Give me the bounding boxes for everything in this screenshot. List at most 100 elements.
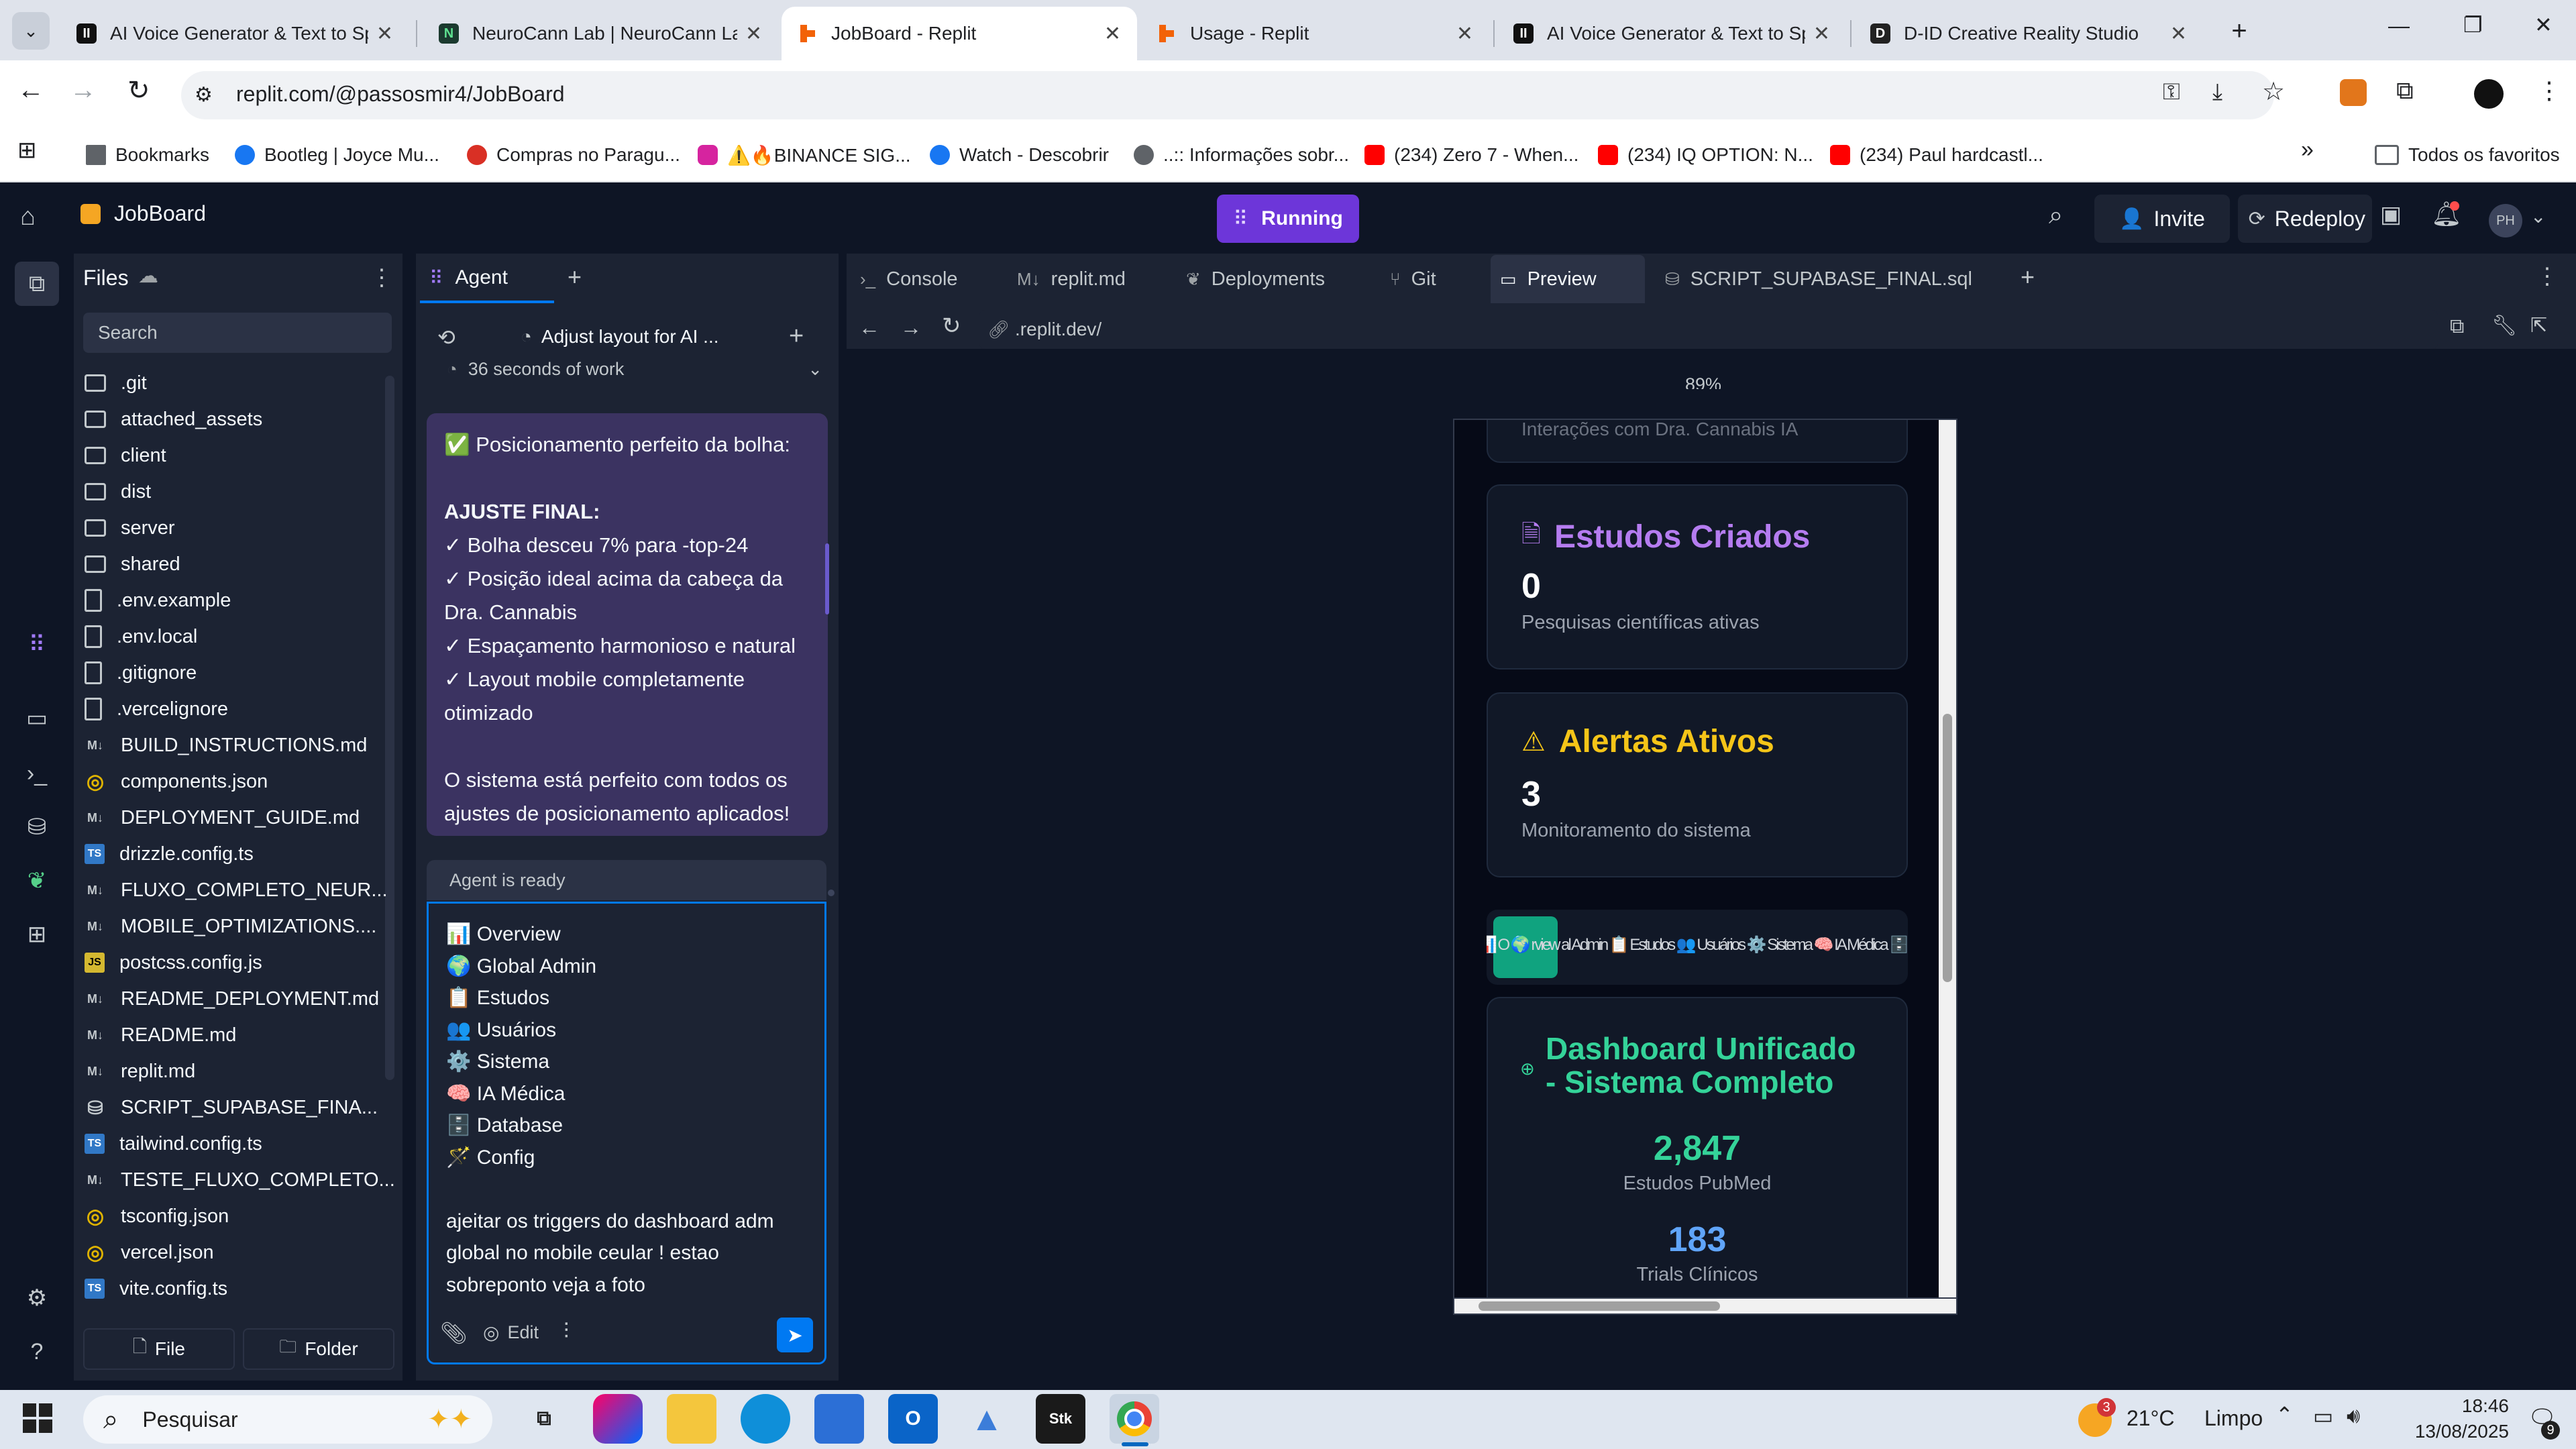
file-search-input[interactable]: Search <box>83 313 392 353</box>
files-toggle-icon[interactable]: ⧉ <box>15 262 59 306</box>
mobile-horizontal-thumb[interactable] <box>1479 1301 1720 1311</box>
close-icon[interactable]: ✕ <box>1456 22 1473 46</box>
settings-icon[interactable]: ⚙ <box>20 1281 54 1315</box>
file-tree-item[interactable]: .env.local <box>85 619 197 655</box>
taskbar-search[interactable]: ⌕ Pesquisar ✦✦ <box>83 1395 492 1444</box>
all-bookmarks-folder[interactable]: Todos os favoritos <box>2375 138 2560 172</box>
workspace-tab[interactable]: ›_ Console <box>860 255 958 303</box>
workspace-tab[interactable]: M↓ replit.md <box>1017 255 1126 303</box>
tab-search-button[interactable]: ⌄ <box>12 12 50 50</box>
file-tree-item[interactable]: M↓ replit.md <box>85 1053 195 1089</box>
start-icon[interactable] <box>23 1403 52 1433</box>
files-scrollbar[interactable] <box>385 376 394 1080</box>
outlook-icon[interactable]: O <box>888 1394 938 1444</box>
file-tree-item[interactable]: .env.example <box>85 582 231 619</box>
site-info-icon[interactable]: ⚙ <box>195 83 213 107</box>
file-tree-item[interactable]: JS postcss.config.js <box>85 945 262 981</box>
minimize-icon[interactable]: — <box>2388 13 2410 38</box>
task-title[interactable]: ◔ Adjust layout for AI ... <box>521 326 719 347</box>
workspace-menu-icon[interactable]: ⋮ <box>2536 263 2559 290</box>
preview-back-icon[interactable]: ← <box>859 315 880 340</box>
extensions-icon[interactable]: ⧉ <box>2396 76 2414 105</box>
invite-button[interactable]: 👤 Invite <box>2094 195 2230 243</box>
bookmark-item[interactable]: (234) Paul hardcastl... <box>1830 138 2043 172</box>
bookmark-item[interactable]: Watch - Descobrir <box>930 138 1109 172</box>
file-tree-item[interactable]: ⛁ SCRIPT_SUPABASE_FINA... <box>85 1089 378 1126</box>
workspace-tab[interactable]: ⑂ Git <box>1390 255 1436 303</box>
file-tree-item[interactable]: M↓ DEPLOYMENT_GUIDE.md <box>85 800 360 836</box>
close-icon[interactable]: ✕ <box>376 22 393 46</box>
agent-resize-handle[interactable] <box>828 890 835 896</box>
reload-icon[interactable]: ↻ <box>127 75 150 106</box>
browser-tab[interactable]: N NeuroCann Lab | NeuroCann La ✕ <box>423 7 778 60</box>
tab-agent[interactable]: ⠿ Agent <box>420 255 554 303</box>
close-icon[interactable]: ✕ <box>2170 22 2187 46</box>
deployments-icon[interactable]: ❦ <box>20 864 54 898</box>
browser-tab[interactable]: D D-ID Creative Reality Studio ✕ <box>1854 7 2203 60</box>
devices-icon[interactable]: ⧉ <box>2450 315 2464 338</box>
apps-grid-icon[interactable]: ⊞ <box>17 137 37 164</box>
profile-avatar[interactable] <box>2474 79 2504 109</box>
tray-chevron-up-icon[interactable]: ⌃ <box>2275 1402 2294 1428</box>
file-tree-item[interactable]: ◎ components.json <box>85 763 268 800</box>
bookmark-item[interactable]: ..:: Informações sobr... <box>1134 138 1349 172</box>
file-tree-item[interactable]: M↓ README.md <box>85 1017 236 1053</box>
window-icon[interactable]: ▣ <box>2380 201 2402 228</box>
file-tree-item[interactable]: .git <box>85 365 147 401</box>
preview-reload-icon[interactable]: ↻ <box>942 313 961 339</box>
store-icon[interactable] <box>814 1394 864 1444</box>
bookmark-item[interactable]: Compras no Paragu... <box>467 138 680 172</box>
file-tree-item[interactable]: M↓ README_DEPLOYMENT.md <box>85 981 379 1017</box>
back-icon[interactable]: ← <box>17 75 44 105</box>
file-tree-item[interactable]: .vercelignore <box>85 691 228 727</box>
file-tree-item[interactable]: dist <box>85 474 151 510</box>
user-avatar[interactable]: PH <box>2489 204 2522 237</box>
bookmark-item[interactable]: Bookmarks <box>86 138 209 172</box>
bookmark-item[interactable]: (234) Zero 7 - When... <box>1364 138 1578 172</box>
password-key-icon[interactable]: ⚿ <box>2163 79 2180 105</box>
metamask-icon[interactable] <box>2340 79 2367 106</box>
clock-date[interactable]: 13/08/2025 <box>2402 1421 2509 1442</box>
workspace-tab[interactable]: ❦ Deployments <box>1186 255 1325 303</box>
home-icon[interactable]: ⌂ <box>20 203 36 231</box>
new-tab-button[interactable]: + <box>2220 12 2258 50</box>
task-view-icon[interactable]: ⧉ <box>519 1394 569 1444</box>
files-menu-icon[interactable]: ⋮ <box>370 264 393 291</box>
file-tree-item[interactable]: client <box>85 437 166 474</box>
browser-tab-active[interactable]: JobBoard - Replit ✕ <box>782 7 1137 60</box>
file-tree-item[interactable]: ◎ vercel.json <box>85 1234 214 1271</box>
file-tree-item[interactable]: attached_assets <box>85 401 262 437</box>
preview-url-bar[interactable]: 🔗︎ .replit.dev/ <box>979 310 2438 349</box>
file-tree-item[interactable]: M↓ BUILD_INSTRUCTIONS.md <box>85 727 367 763</box>
all-tools-icon[interactable]: ⊞ <box>20 918 54 951</box>
database-icon[interactable]: ⛁ <box>20 810 54 844</box>
history-icon[interactable]: ⟲ <box>437 325 455 350</box>
help-icon[interactable]: ? <box>20 1335 54 1368</box>
chrome-menu-icon[interactable]: ⋮ <box>2537 76 2561 105</box>
devtools-icon[interactable]: 🔧︎ <box>2491 314 2517 337</box>
chat-scrollbar[interactable] <box>825 543 829 614</box>
run-status-button[interactable]: ⠿ Running <box>1217 195 1359 243</box>
mobile-vertical-thumb[interactable] <box>1943 714 1952 982</box>
shell-icon[interactable]: ›_ <box>20 757 54 790</box>
file-tree-item[interactable]: M↓ MOBILE_OPTIMIZATIONS.... <box>85 908 376 945</box>
attach-icon[interactable]: 📎︎ <box>440 1320 468 1346</box>
close-window-icon[interactable]: ✕ <box>2534 12 2553 38</box>
project-title[interactable]: JobBoard <box>80 201 206 226</box>
open-new-window-icon[interactable]: ⇱ <box>2530 314 2547 337</box>
file-tree-item[interactable]: server <box>85 510 175 546</box>
agent-icon[interactable]: ⠿ <box>20 628 54 661</box>
volume-icon[interactable]: 🔊︎ <box>2347 1403 2360 1429</box>
browser-tab[interactable]: II AI Voice Generator & Text to Sp ✕ <box>1497 7 1846 60</box>
more-bookmarks-icon[interactable]: » <box>2301 137 2314 163</box>
file-tree-item[interactable]: TS tailwind.config.ts <box>85 1126 262 1162</box>
search-icon[interactable]: ⌕ <box>2049 201 2063 230</box>
bookmark-item[interactable]: ⚠️🔥BINANCE SIG... <box>698 138 911 172</box>
send-button[interactable]: ➤ <box>777 1318 813 1352</box>
copilot-icon[interactable] <box>593 1394 643 1444</box>
network-icon[interactable]: ▭ <box>2313 1403 2333 1429</box>
new-folder-button[interactable]: 🗀 Folder <box>243 1328 394 1370</box>
file-tree-item[interactable]: M↓ FLUXO_COMPLETO_NEUR... <box>85 872 388 908</box>
file-tree-item[interactable]: M↓ TESTE_FLUXO_COMPLETO... <box>85 1162 395 1198</box>
browser-tab[interactable]: Usage - Replit ✕ <box>1140 7 1489 60</box>
